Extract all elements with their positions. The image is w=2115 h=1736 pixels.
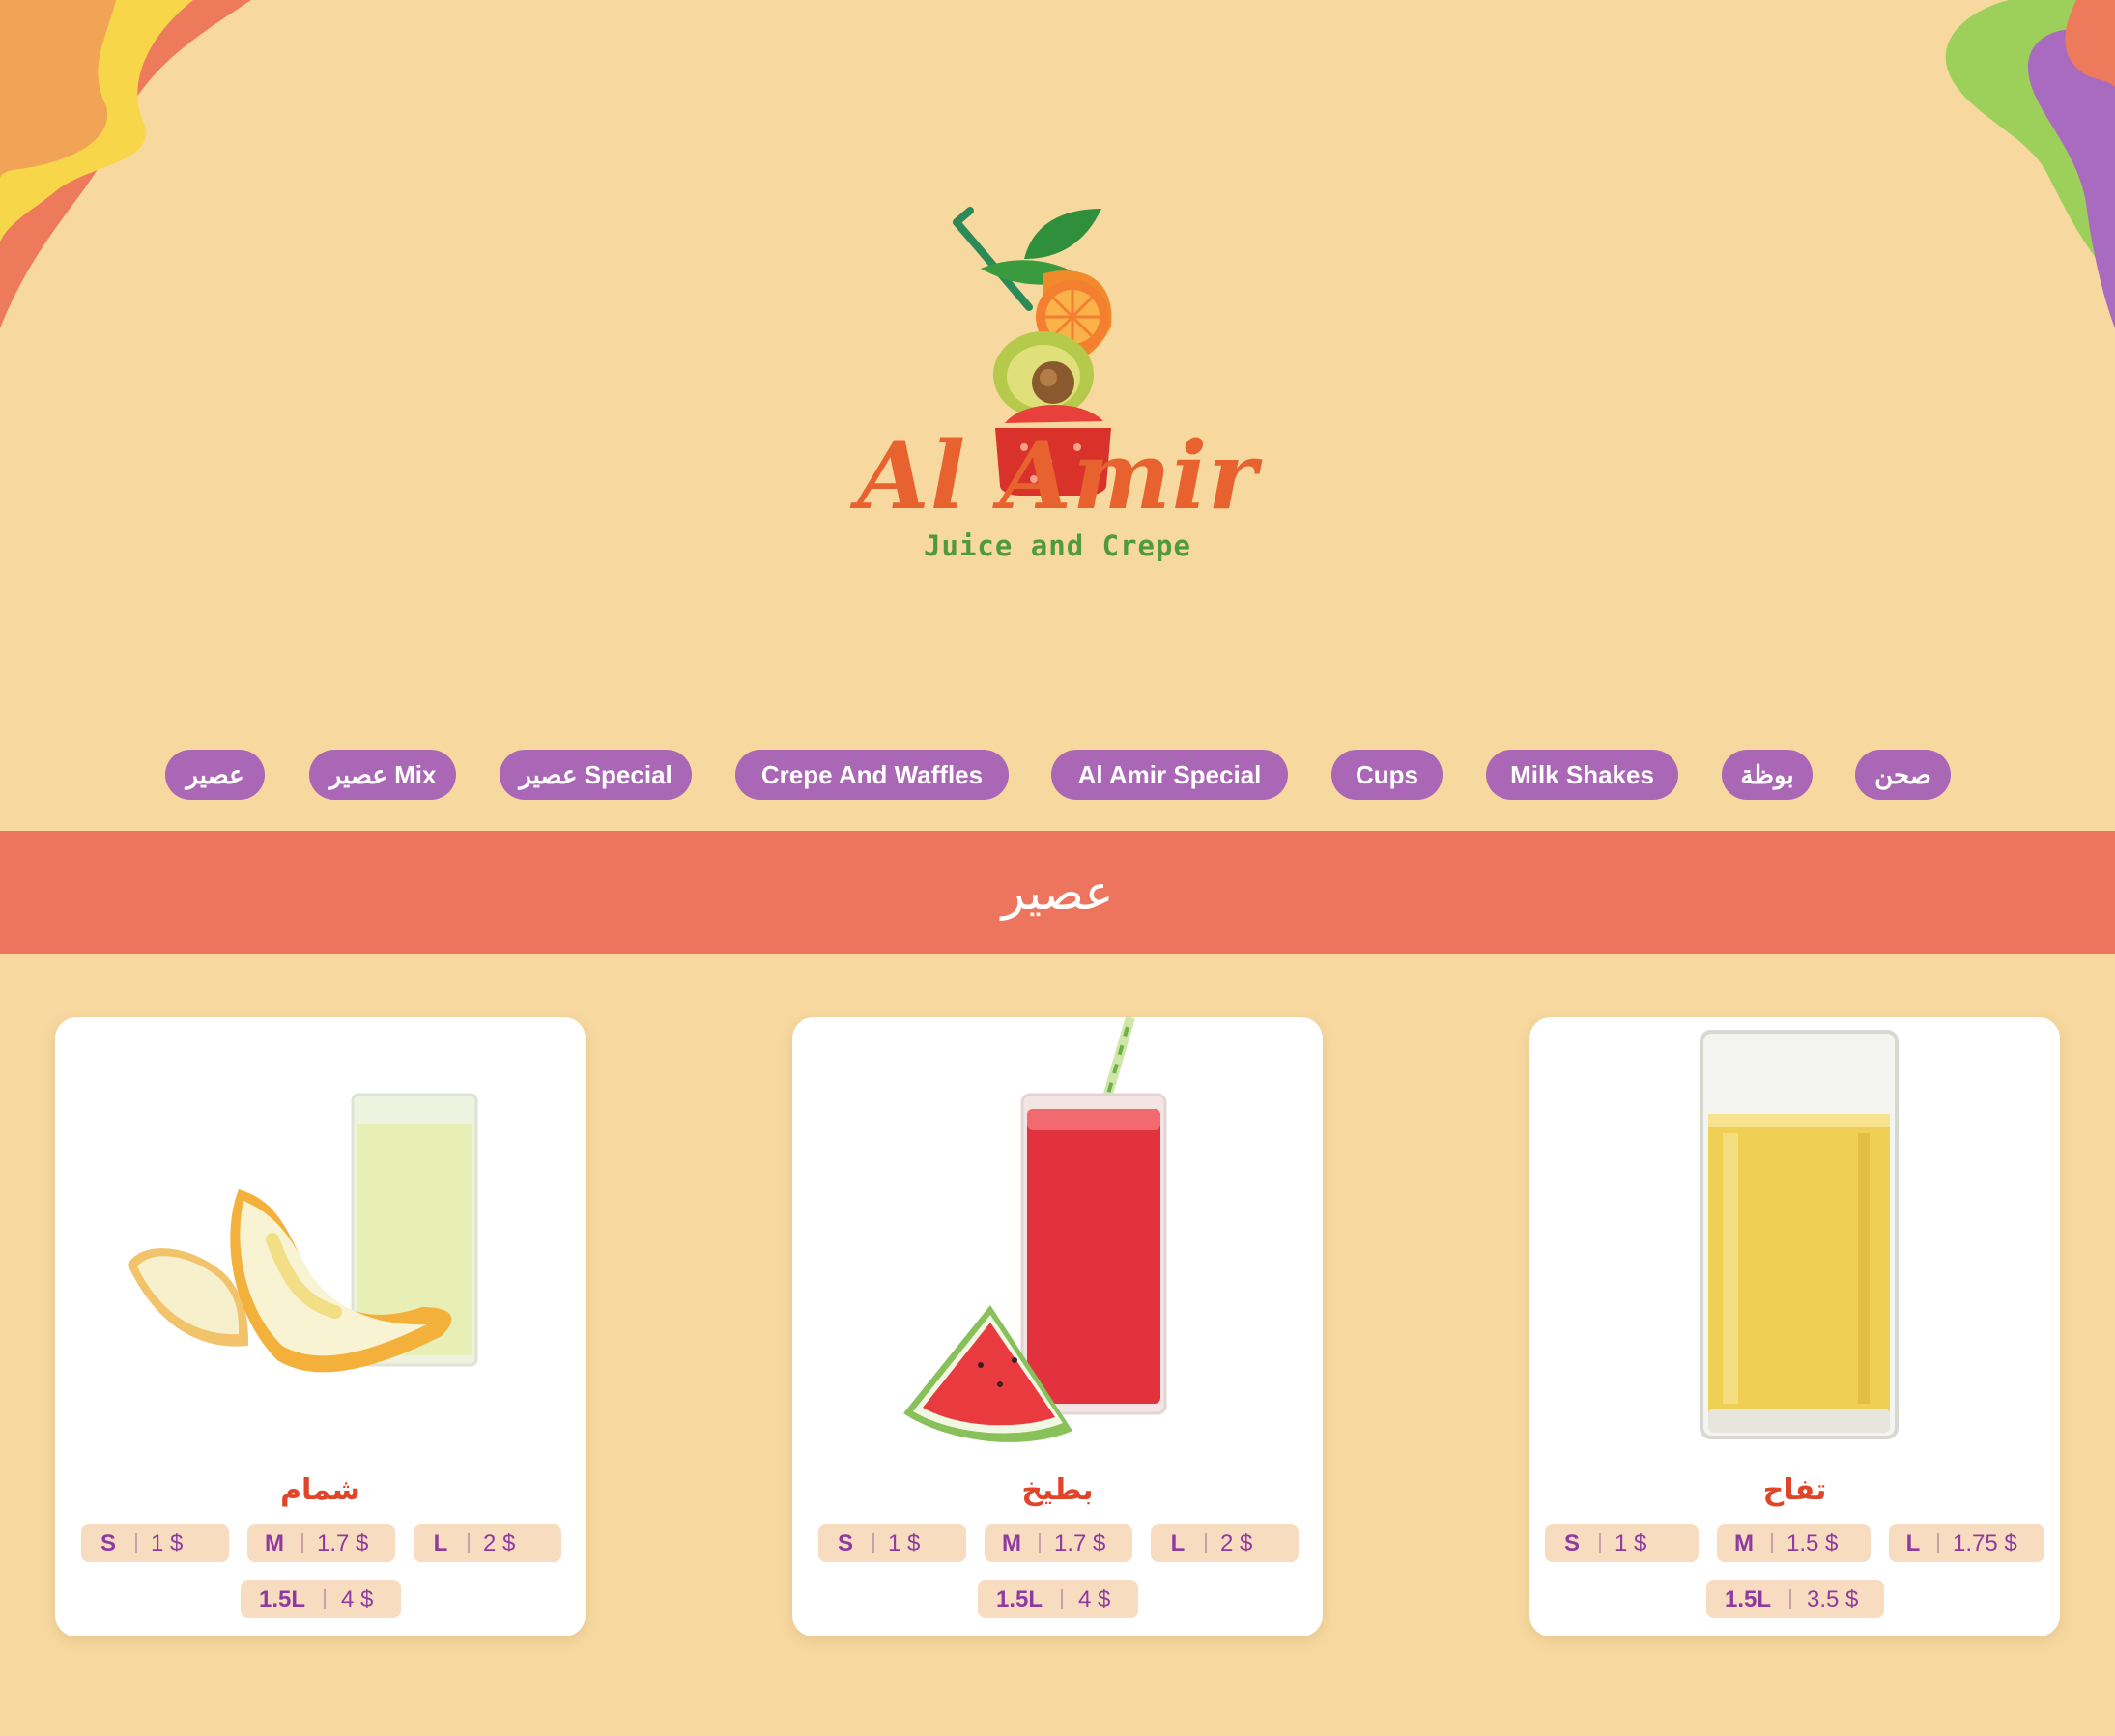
price-value: 2 $ [1220,1530,1253,1556]
price-value: 3.5 $ [1807,1586,1859,1612]
nav-pill-ice-cream[interactable]: بوظة [1722,750,1813,800]
nav-pill-juice[interactable]: عصير [165,750,265,800]
price-chip: 1.5L 4 $ [978,1580,1138,1618]
nav-pill-juice-special[interactable]: عصير Special [500,750,692,800]
corner-blob-top-left [0,0,251,328]
category-nav: عصير عصير Mix عصير Special Crepe And Waf… [0,750,2115,802]
price-value: 1.7 $ [1054,1530,1106,1556]
size-label: S [837,1530,853,1556]
price-chip: L 2 $ [1151,1524,1299,1562]
nav-pill-milk-shakes[interactable]: Milk Shakes [1486,750,1678,800]
size-label: 1.5L [1724,1586,1772,1612]
brand-tagline: Juice and Crepe [924,529,1191,562]
price-value: 1 $ [151,1530,184,1556]
section-title: عصير [0,831,2115,954]
price-value: 1 $ [1615,1530,1647,1556]
price-value: 1.5 $ [1786,1530,1839,1556]
price-chip: M 1.7 $ [985,1524,1132,1562]
price-chip: L 2 $ [414,1524,561,1562]
price-value: 1 $ [888,1530,921,1556]
price-chip: S 1 $ [818,1524,966,1562]
size-label: M [1734,1530,1754,1556]
price-chip: 1.5L 3.5 $ [1706,1580,1884,1618]
size-label: 1.5L [995,1586,1043,1612]
nav-pill-juice-mix[interactable]: عصير Mix [309,750,456,800]
size-label: S [1563,1530,1580,1556]
price-value: 1.7 $ [317,1530,369,1556]
price-chip: S 1 $ [81,1524,229,1562]
watermelon-juice-image [903,1017,1167,1442]
price-value: 4 $ [1078,1586,1111,1612]
product-card[interactable]: تفاح S 1 $ M 1.5 $ L 1.75 $ 1.5L 3.5 $ [1529,1017,2060,1636]
price-chip: L 1.75 $ [1889,1524,2044,1562]
price-value: 2 $ [483,1530,516,1556]
size-label: S [100,1530,116,1556]
product-name: تفاح [1762,1473,1827,1507]
size-label: L [1905,1530,1921,1556]
product-name: بطيخ [1021,1473,1094,1507]
product-name: شمام [280,1473,360,1507]
price-chip: S 1 $ [1545,1524,1699,1562]
price-chip: 1.5L 4 $ [241,1580,401,1618]
price-chip: M 1.7 $ [247,1524,395,1562]
nav-pill-cups[interactable]: Cups [1331,750,1443,800]
product-card[interactable]: بطيخ S 1 $ M 1.7 $ L 2 $ 1.5L 4 $ [792,1017,1323,1636]
product-card[interactable]: شمام S 1 $ M 1.7 $ L 2 $ 1.5L 4 $ [55,1017,586,1636]
nav-pill-al-amir-special[interactable]: Al Amir Special [1051,750,1288,800]
nav-pill-crepe-waffles[interactable]: Crepe And Waffles [735,750,1009,800]
size-label: M [265,1530,284,1556]
corner-blob-top-right [1945,0,2115,328]
price-chip: M 1.5 $ [1717,1524,1871,1562]
price-value: 4 $ [341,1586,374,1612]
brand-name: Al Amir [857,421,1258,530]
size-label: M [1002,1530,1021,1556]
size-label: L [1170,1530,1186,1556]
apple-juice-image [1700,1030,1899,1439]
size-label: 1.5L [258,1586,306,1612]
price-value: 1.75 $ [1953,1530,2017,1556]
nav-pill-plate[interactable]: صحن [1855,750,1951,800]
size-label: L [433,1530,448,1556]
melon-juice-image [128,1093,478,1373]
